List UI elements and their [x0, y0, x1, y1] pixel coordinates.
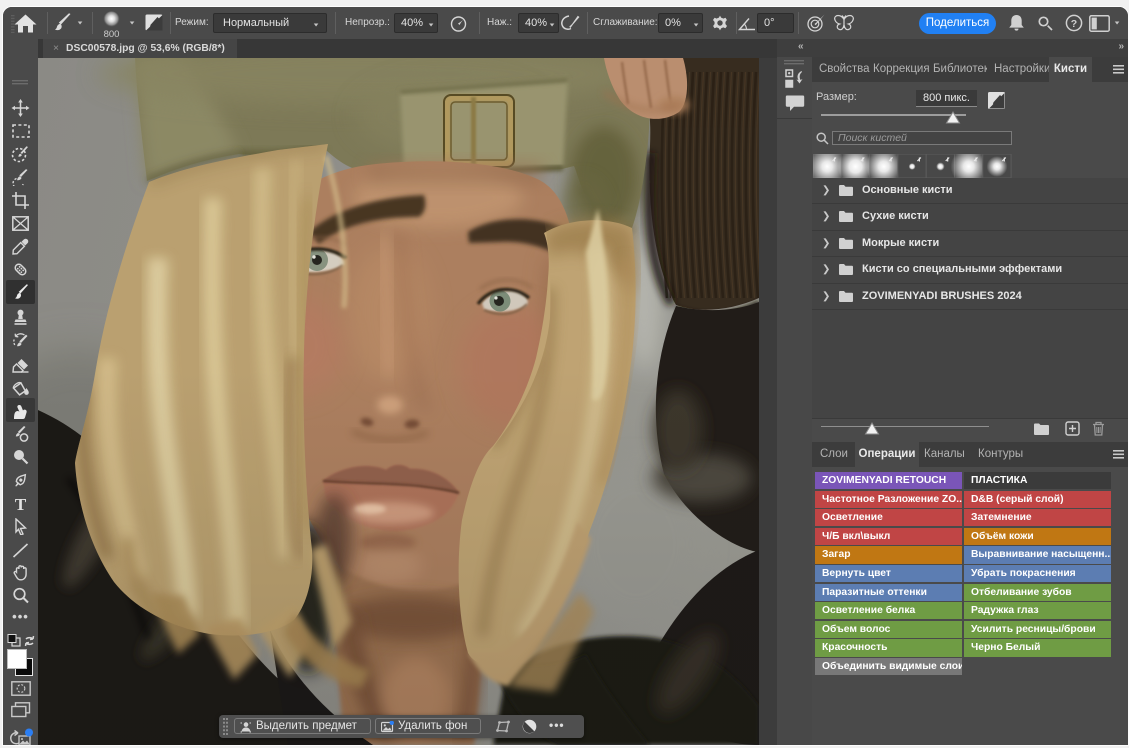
svg-text:?: ?	[1071, 18, 1077, 30]
